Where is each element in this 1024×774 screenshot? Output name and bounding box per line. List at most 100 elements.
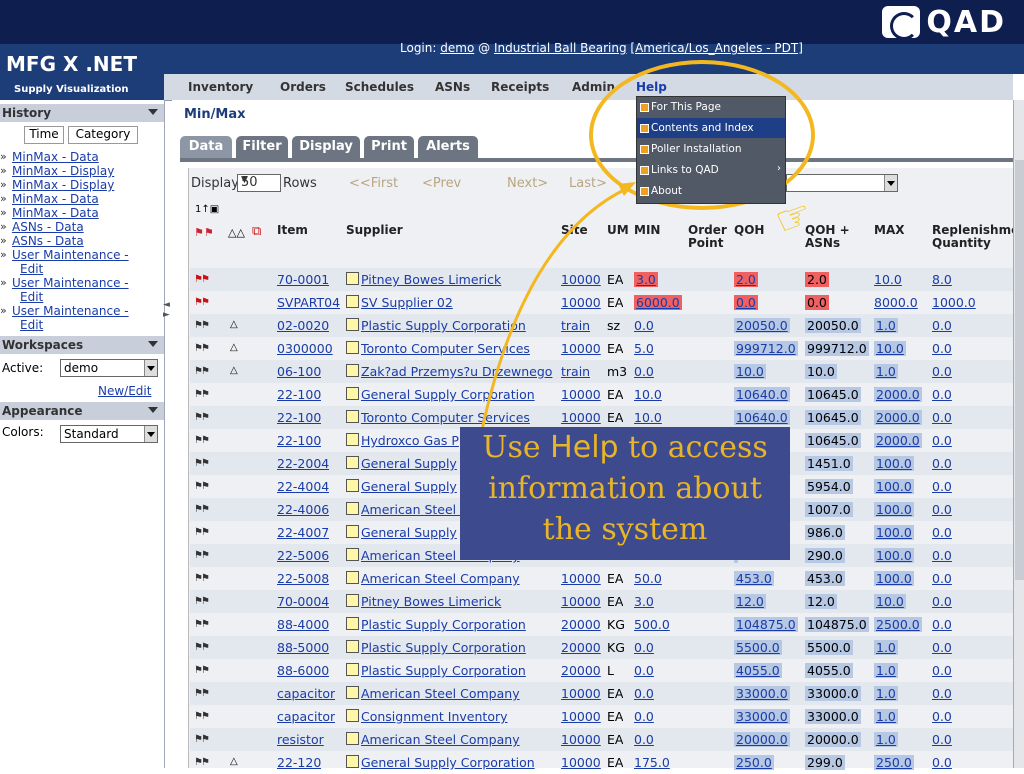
cell-site[interactable]: 10000 [561, 594, 601, 609]
history-item[interactable]: Edit [20, 262, 43, 276]
cell-supplier[interactable]: Zak?ad Przemys?u Drzewnego [361, 364, 557, 379]
cell-site[interactable]: 20000 [561, 640, 601, 655]
cell-max[interactable]: 1.0 [874, 364, 898, 379]
collapse-icon[interactable] [148, 407, 158, 413]
login-company-link[interactable]: Industrial Ball Bearing [494, 41, 627, 55]
note-icon[interactable] [346, 318, 359, 331]
cell-site[interactable]: 10000 [561, 272, 601, 287]
history-item[interactable]: User Maintenance - [12, 248, 129, 262]
cell-max[interactable]: 100.0 [874, 571, 914, 586]
cell-site[interactable]: 10000 [561, 732, 601, 747]
history-item[interactable]: MinMax - Data [12, 192, 99, 206]
cell-repl[interactable]: 0.0 [932, 341, 952, 356]
cell-qoh[interactable]: 10640.0 [734, 387, 798, 402]
cell-max[interactable]: 10.0 [874, 594, 906, 609]
alert-flags-header-icon[interactable]: ⚑⚑ [194, 226, 214, 239]
note-icon[interactable] [346, 663, 359, 676]
cell-qoh[interactable]: 10.0 [734, 364, 798, 379]
history-item[interactable]: MinMax - Data [12, 150, 99, 164]
history-item[interactable]: MinMax - Data [12, 206, 99, 220]
column-header[interactable]: Supplier [346, 224, 403, 237]
app-logo[interactable]: MFG X .NET Supply Visualization [0, 44, 164, 100]
cell-min[interactable]: 0.0 [634, 640, 654, 655]
history-item[interactable]: User Maintenance - [12, 276, 129, 290]
cell-max[interactable]: 1.0 [874, 732, 898, 747]
history-item[interactable]: Edit [20, 290, 43, 304]
cell-repl[interactable]: 0.0 [932, 364, 952, 379]
cell-repl[interactable]: 0.0 [932, 709, 952, 724]
cell-item[interactable]: 70-0004 [277, 594, 329, 609]
tab-print[interactable]: Print [364, 136, 414, 158]
table-row[interactable]: ⚑⚑ resistor American Steel Company 10000 EA 0… [190, 728, 1014, 751]
table-row[interactable]: ⚑⚑ 88-5000 Plastic Supply Corporation 20000… [190, 636, 1014, 659]
cell-site[interactable]: 10000 [561, 571, 601, 586]
cell-item[interactable]: resistor [277, 732, 324, 747]
cell-supplier[interactable]: American Steel Company [361, 686, 557, 701]
cell-min[interactable]: 500.0 [634, 617, 670, 632]
note-icon[interactable] [346, 709, 359, 722]
table-row[interactable]: ⚑⚑ 22-100 Toronto Computer Services 10000 EA… [190, 406, 1014, 429]
appearance-header[interactable]: Appearance [0, 402, 164, 420]
cell-repl[interactable]: 0.0 [932, 663, 952, 678]
cell-supplier[interactable]: Toronto Computer Services [361, 410, 557, 425]
history-item[interactable]: Edit [20, 318, 43, 332]
cell-item[interactable]: capacitor [277, 709, 335, 724]
note-icon[interactable] [346, 295, 359, 308]
login-timezone-link[interactable]: [America/Los_Angeles - PDT] [630, 41, 803, 55]
cell-qoh[interactable]: 20050.0 [734, 318, 798, 333]
note-icon[interactable] [346, 594, 359, 607]
note-icon[interactable] [346, 364, 359, 377]
table-row[interactable]: ⚑⚑ △ 0300000 Toronto Computer Services 10000… [190, 337, 1014, 360]
cell-repl[interactable]: 0.0 [932, 732, 952, 747]
table-row[interactable]: ⚑⚑ 22-100 General Supply Corporation 10000 E… [190, 383, 1014, 406]
cell-max[interactable]: 2000.0 [874, 410, 922, 425]
cell-qoh[interactable]: 2.0 [734, 272, 798, 287]
cell-qoh[interactable]: 33000.0 [734, 686, 798, 701]
cell-supplier[interactable]: Plastic Supply Corporation [361, 617, 557, 632]
table-row[interactable]: ⚑⚑ △ 22-120 General Supply Corporation 10000… [190, 751, 1014, 774]
cell-min[interactable]: 10.0 [634, 387, 662, 402]
cell-min[interactable]: 0.0 [634, 732, 654, 747]
category-toggle[interactable]: Category [68, 126, 138, 144]
nav-orders[interactable]: Orders [280, 80, 326, 94]
bell-header-icon[interactable]: △△ [228, 226, 245, 239]
help-menu-item[interactable]: Poller Installation [637, 139, 785, 159]
cell-min[interactable]: 5.0 [634, 341, 654, 356]
cell-supplier[interactable]: American Steel Company [361, 571, 557, 586]
note-icon[interactable] [346, 479, 359, 492]
cell-max[interactable]: 1.0 [874, 663, 898, 678]
last-page-link[interactable]: Last> [569, 176, 607, 191]
cell-repl[interactable]: 1000.0 [932, 295, 976, 310]
cell-min[interactable]: 0.0 [634, 318, 654, 333]
table-row[interactable]: ⚑⚑ capacitor Consignment Inventory 10000 EA 0… [190, 705, 1014, 728]
column-header[interactable]: MIN [634, 224, 660, 237]
new-edit-link[interactable]: New/Edit [98, 384, 151, 398]
cell-qoh[interactable]: 12.0 [734, 594, 798, 609]
note-icon[interactable] [346, 525, 359, 538]
table-row[interactable]: ⚑⚑ SVPART04 SV Supplier 02 10000 EA 6000.0 0.0… [190, 291, 1014, 314]
help-menu-item[interactable]: Contents and Index [637, 118, 785, 138]
cell-max[interactable]: 1.0 [874, 709, 898, 724]
cell-site[interactable]: 10000 [561, 686, 601, 701]
cell-repl[interactable]: 8.0 [932, 272, 952, 287]
tab-alerts[interactable]: Alerts [418, 136, 478, 158]
history-item[interactable]: ASNs - Data [12, 234, 84, 248]
history-header[interactable]: History [0, 104, 164, 122]
note-icon[interactable] [346, 341, 359, 354]
cell-item[interactable]: 22-100 [277, 387, 321, 402]
nav-inventory[interactable]: Inventory [188, 80, 253, 94]
cell-min[interactable]: 3.0 [634, 594, 654, 609]
cell-site[interactable]: 10000 [561, 410, 601, 425]
cell-item[interactable]: 88-5000 [277, 640, 329, 655]
cell-repl[interactable]: 0.0 [932, 686, 952, 701]
cell-item[interactable]: 06-100 [277, 364, 321, 379]
cell-repl[interactable]: 0.0 [932, 387, 952, 402]
cell-item[interactable]: 22-5006 [277, 548, 329, 563]
tab-display[interactable]: Display [292, 136, 360, 158]
cell-supplier[interactable]: Plastic Supply Corporation [361, 663, 557, 678]
cell-item[interactable]: 22-4006 [277, 502, 329, 517]
cell-max[interactable]: 100.0 [874, 456, 914, 471]
cell-qoh[interactable]: 5500.0 [734, 640, 798, 655]
cell-qoh[interactable]: 20000.0 [734, 732, 798, 747]
note-icon[interactable] [346, 502, 359, 515]
